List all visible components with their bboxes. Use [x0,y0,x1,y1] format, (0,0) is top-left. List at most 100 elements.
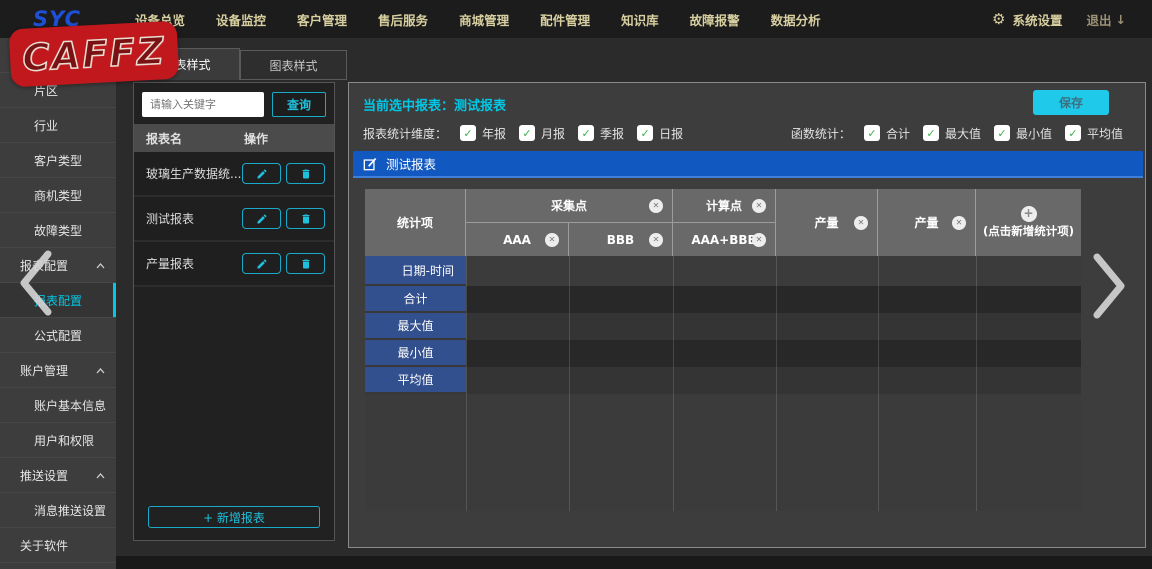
close-icon[interactable]: ✕ [854,216,868,230]
sidebar-item-label: 账户管理 [20,362,68,379]
checkbox-label: 季报 [600,125,624,142]
checkbox-sum[interactable]: ✓合计 [864,125,910,142]
header-label: 产量 [914,214,938,231]
table-row[interactable]: 测试报表 [134,197,334,242]
nav-item-customer-mgmt[interactable]: 客户管理 [297,10,347,29]
close-icon[interactable]: ✕ [545,233,559,247]
nav-item-device-monitor[interactable]: 设备监控 [216,10,266,29]
checkbox-icon[interactable]: ✓ [519,125,535,141]
app-root: SYC 设备总览 设备监控 客户管理 售后服务 商城管理 配件管理 知识库 故障… [0,0,1152,569]
checkbox-icon[interactable]: ✓ [994,125,1010,141]
dimension-options: 报表统计维度： ✓年报 ✓月报 ✓季报 ✓日报 [363,125,683,142]
header-group-collect-point: 采集点 ✕ [466,189,673,223]
sidebar-item-message-push[interactable]: 消息推送设置 [0,493,116,528]
row-actions [242,253,334,274]
column-divider [569,256,570,511]
report-name: 产量报表 [134,255,242,272]
sidebar-item-industry[interactable]: 行业 [0,108,116,143]
system-settings-button[interactable]: 系统设置 [1012,10,1062,29]
header-cell-output-1: 产量 ✕ [776,189,878,256]
checkbox-icon[interactable]: ✓ [923,125,939,141]
close-icon[interactable]: ✕ [752,199,766,213]
column-header-report-name: 报表名 [134,130,244,147]
column-header-action: 操作 [244,130,334,147]
checkbox-monthly[interactable]: ✓月报 [519,125,565,142]
nav-item-after-sales[interactable]: 售后服务 [378,10,428,29]
add-stat-column-button[interactable]: + (点击新增统计项) [976,189,1081,256]
sidebar-item-account-info[interactable]: 账户基本信息 [0,388,116,423]
delete-button[interactable] [286,208,325,229]
grid-row-max: 最大值 [365,313,1081,340]
sidebar-item-label: 用户和权限 [34,432,94,449]
sidebar-item-label: 商机类型 [34,187,82,204]
pencil-icon [256,213,268,225]
row-cells [466,313,1081,340]
chevron-up-icon [96,263,105,269]
nav-item-mall-mgmt[interactable]: 商城管理 [459,10,509,29]
save-button[interactable]: 保存 [1033,90,1109,115]
row-cells [466,340,1081,367]
table-row[interactable]: 产量报表 [134,242,334,287]
tab-chart-style[interactable]: 图表样式 [240,50,347,80]
checkbox-icon[interactable]: ✓ [637,125,653,141]
column-divider [976,256,977,511]
chevron-up-icon [96,368,105,374]
delete-button[interactable] [286,163,325,184]
search-input[interactable] [142,92,264,117]
selected-report-label: 当前选中报表： [363,99,454,114]
sidebar-item-account-group[interactable]: 账户管理 [0,353,116,388]
header-label: 采集点 [551,197,587,214]
next-page-arrow[interactable] [1089,251,1129,321]
watermark-stamp: CAFFZ [9,21,180,88]
checkbox-icon[interactable]: ✓ [864,125,880,141]
report-title-bar: 测试报表 [353,151,1143,178]
sidebar-item-formula-config[interactable]: 公式配置 [0,318,116,353]
edit-button[interactable] [242,163,281,184]
sidebar-item-customer-type[interactable]: 客户类型 [0,143,116,178]
add-report-button[interactable]: + 新增报表 [148,506,320,528]
plus-icon: + [1021,206,1037,222]
sidebar-item-about-software[interactable]: 关于软件 [0,528,116,563]
checkbox-icon[interactable]: ✓ [1065,125,1081,141]
close-icon[interactable]: ✕ [649,199,663,213]
sidebar-item-user-permission[interactable]: 用户和权限 [0,423,116,458]
nav-item-fault-alarm[interactable]: 故障报警 [690,10,740,29]
close-icon[interactable]: ✕ [952,216,966,230]
close-icon[interactable]: ✕ [752,233,766,247]
row-label: 日期-时间 [365,256,466,286]
checkbox-label: 年报 [482,125,506,142]
checkbox-icon[interactable]: ✓ [578,125,594,141]
nav-item-knowledge-base[interactable]: 知识库 [621,10,659,29]
sidebar-item-label: 公式配置 [34,327,82,344]
checkbox-icon[interactable]: ✓ [460,125,476,141]
row-actions [242,208,334,229]
header-label: 产量 [814,214,838,231]
grid-row-avg: 平均值 [365,367,1081,394]
checkbox-daily[interactable]: ✓日报 [637,125,683,142]
header-label: BBB [607,233,634,247]
trash-icon [300,258,312,270]
header-sub-bbb: BBB ✕ [569,223,673,256]
edit-square-icon[interactable] [363,157,377,171]
sidebar-item-fault-type[interactable]: 故障类型 [0,213,116,248]
checkbox-quarterly[interactable]: ✓ 季报 [578,125,624,142]
table-row[interactable]: 玻璃生产数据统... [134,152,334,197]
logout-label: 退出 [1087,10,1112,29]
nav-item-data-analysis[interactable]: 数据分析 [771,10,821,29]
nav-item-parts-mgmt[interactable]: 配件管理 [540,10,590,29]
checkbox-min[interactable]: ✓最小值 [994,125,1052,142]
edit-button[interactable] [242,208,281,229]
logout-button[interactable]: 退出 ↓ [1087,10,1127,29]
gear-icon: ⚙ [992,10,1005,28]
checkbox-avg[interactable]: ✓平均值 [1065,125,1123,142]
sidebar-item-push-group[interactable]: 推送设置 [0,458,116,493]
prev-page-arrow[interactable] [14,248,58,318]
grid-body: 日期-时间 合计 最大值 最小值 [365,256,1081,511]
sidebar-item-opportunity-type[interactable]: 商机类型 [0,178,116,213]
search-button[interactable]: 查询 [272,92,326,117]
checkbox-max[interactable]: ✓最大值 [923,125,981,142]
delete-button[interactable] [286,253,325,274]
close-icon[interactable]: ✕ [649,233,663,247]
checkbox-yearly[interactable]: ✓ 年报 [460,125,506,142]
edit-button[interactable] [242,253,281,274]
